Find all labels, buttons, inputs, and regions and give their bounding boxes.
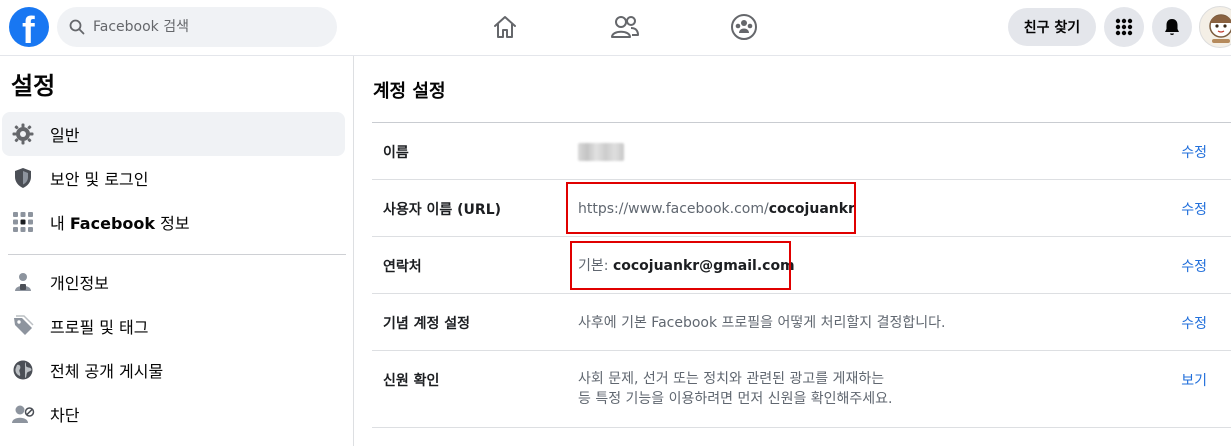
search-box[interactable]: [57, 7, 337, 47]
highlight-box-contact: [570, 241, 791, 290]
sidebar-item-label: 개인정보: [50, 274, 109, 293]
sidebar-item-label: 프로필 및 태그: [50, 318, 149, 337]
groups-icon[interactable]: [724, 10, 764, 44]
row-label: 연락처: [383, 259, 422, 275]
tag-icon: [11, 314, 35, 338]
globe-icon: [11, 358, 35, 382]
sidebar-item-general[interactable]: 일반: [2, 112, 345, 156]
facebook-logo[interactable]: f: [9, 7, 49, 47]
find-friends-button[interactable]: 친구 찾기: [1008, 8, 1096, 46]
lock-person-icon: [11, 270, 35, 294]
block-user-icon: [11, 402, 35, 426]
settings-row-identity-confirmation[interactable]: 신원 확인 사회 문제, 선거 또는 정치와 관련된 광고를 게재하는 등 특정 …: [372, 351, 1231, 428]
settings-row-name[interactable]: 이름 수정: [372, 123, 1231, 180]
page-title: 계정 설정: [373, 81, 446, 102]
friends-icon[interactable]: [605, 10, 645, 44]
sidebar-item-privacy[interactable]: 개인정보: [2, 260, 345, 304]
row-label: 이름: [383, 145, 409, 161]
top-navigation-bar: f 친구 찾기: [0, 0, 1231, 56]
edit-memorialization-link[interactable]: 수정: [1181, 313, 1207, 333]
search-icon: [69, 19, 85, 35]
highlight-box-username: [566, 182, 856, 234]
sidebar-title: 설정: [11, 72, 56, 100]
sidebar-item-profile-and-tagging[interactable]: 프로필 및 태그: [2, 304, 345, 348]
sidebar-item-your-facebook-info[interactable]: 내 Facebook 정보: [2, 200, 345, 244]
edit-username-link[interactable]: 수정: [1181, 199, 1207, 219]
shield-icon: [11, 166, 35, 190]
row-label: 기념 계정 설정: [383, 316, 471, 332]
sidebar-item-label: 전체 공개 게시물: [50, 362, 164, 381]
sidebar-item-label: 보안 및 로그인: [50, 170, 149, 189]
gear-icon: [11, 122, 35, 146]
settings-row-memorialization[interactable]: 기념 계정 설정 사후에 기본 Facebook 프로필을 어떻게 처리할지 결…: [372, 294, 1231, 351]
edit-name-link[interactable]: 수정: [1181, 142, 1207, 162]
sidebar-item-label: 차단: [50, 406, 80, 425]
account-settings-panel: 계정 설정 이름 수정 사용자 이름 (URL) https://www.fac…: [355, 56, 1231, 446]
memorialization-description: 사후에 기본 Facebook 프로필을 어떻게 처리할지 결정합니다.: [578, 315, 946, 331]
row-label: 사용자 이름 (URL): [383, 202, 502, 218]
home-icon[interactable]: [485, 10, 525, 44]
profile-avatar[interactable]: [1199, 6, 1231, 48]
notifications-bell-icon[interactable]: [1152, 7, 1192, 47]
facebook-info-icon: [11, 210, 35, 234]
view-identity-link[interactable]: 보기: [1181, 370, 1207, 390]
settings-sidebar: 설정 일반 보안 및 로그인 내 Facebook 정보 개인정보 프로필 및 …: [0, 56, 354, 446]
sidebar-item-label: 내 Facebook 정보: [50, 214, 190, 233]
identity-description: 사회 문제, 선거 또는 정치와 관련된 광고를 게재하는 등 특정 기능을 이용…: [578, 371, 893, 407]
edit-contact-link[interactable]: 수정: [1181, 256, 1207, 276]
sidebar-item-public-posts[interactable]: 전체 공개 게시물: [2, 348, 345, 392]
sidebar-divider: [8, 254, 346, 255]
row-label: 신원 확인: [383, 373, 440, 389]
sidebar-item-security[interactable]: 보안 및 로그인: [2, 156, 345, 200]
sidebar-item-blocking[interactable]: 차단: [2, 392, 345, 436]
search-input[interactable]: [93, 19, 313, 35]
sidebar-item-label: 일반: [50, 126, 80, 145]
menu-grid-icon[interactable]: [1104, 7, 1144, 47]
name-value-redacted: [578, 142, 624, 162]
settings-row-contact[interactable]: 연락처 기본: cocojuankr@gmail.com 수정: [372, 237, 1231, 294]
